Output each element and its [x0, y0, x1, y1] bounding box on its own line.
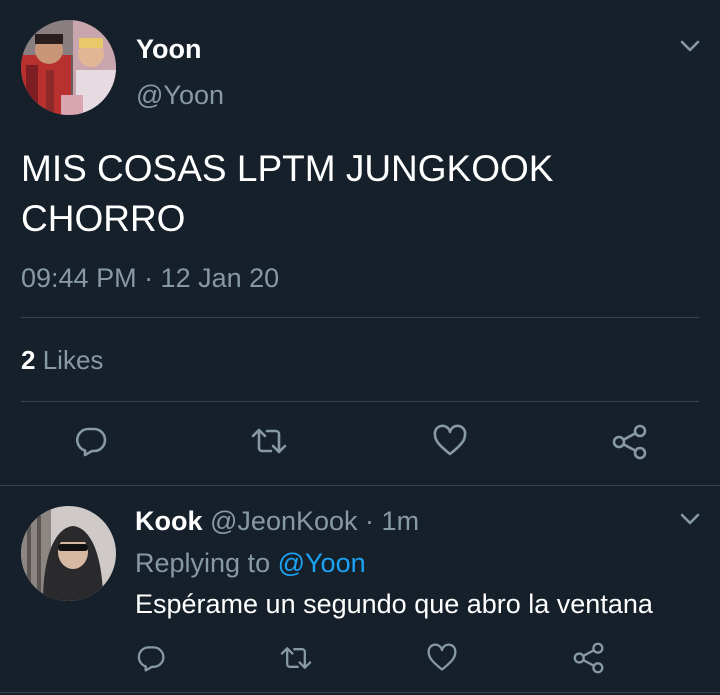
- reply-avatar-image: [21, 506, 116, 601]
- heart-icon[interactable]: [432, 424, 468, 458]
- author-name[interactable]: Yoon: [136, 33, 201, 65]
- reply-tweet[interactable]: Kook @JeonKook · 1m Replying to @Yoon Es…: [0, 486, 720, 695]
- author-avatar[interactable]: [21, 20, 116, 115]
- replying-to-label: Replying to: [135, 548, 271, 578]
- reply-author-name[interactable]: Kook: [135, 506, 203, 536]
- retweet-icon[interactable]: [278, 643, 314, 673]
- reply-author-handle[interactable]: @JeonKook: [210, 506, 358, 536]
- tweet-text-line-1: MIS COSAS LPTM JUNGKOOK: [21, 148, 554, 189]
- reply-header: Kook @JeonKook · 1m: [135, 504, 419, 538]
- replying-to-handle[interactable]: @Yoon: [278, 548, 366, 578]
- comment-icon[interactable]: [136, 643, 166, 673]
- chevron-down-icon[interactable]: [679, 38, 701, 54]
- chevron-down-icon[interactable]: [679, 511, 701, 527]
- share-icon[interactable]: [611, 424, 649, 460]
- author-handle[interactable]: @Yoon: [136, 79, 224, 111]
- main-tweet: Yoon @Yoon MIS COSAS LPTM JUNGKOOK CHORR…: [0, 0, 720, 485]
- tweet-text-line-2: CHORRO: [21, 198, 186, 239]
- replying-to: Replying to @Yoon: [135, 546, 366, 580]
- reply-separator: ·: [365, 506, 375, 536]
- reply-text: Espérame un segundo que abro la ventana: [135, 589, 653, 619]
- share-icon[interactable]: [572, 642, 606, 674]
- divider: [21, 317, 699, 318]
- divider: [21, 401, 699, 402]
- comment-icon[interactable]: [74, 424, 108, 458]
- likes-stat[interactable]: 2 Likes: [21, 344, 103, 376]
- likes-label: Likes: [42, 345, 104, 375]
- reply-time: 1m: [381, 506, 420, 536]
- bottom-divider: [0, 692, 720, 693]
- tweet-timestamp[interactable]: 09:44 PM · 12 Jan 20: [21, 261, 279, 295]
- heart-icon[interactable]: [426, 643, 458, 673]
- author-avatar-image: [21, 20, 116, 115]
- reply-avatar[interactable]: [21, 506, 116, 601]
- retweet-icon[interactable]: [249, 424, 289, 458]
- likes-count: 2: [21, 345, 36, 375]
